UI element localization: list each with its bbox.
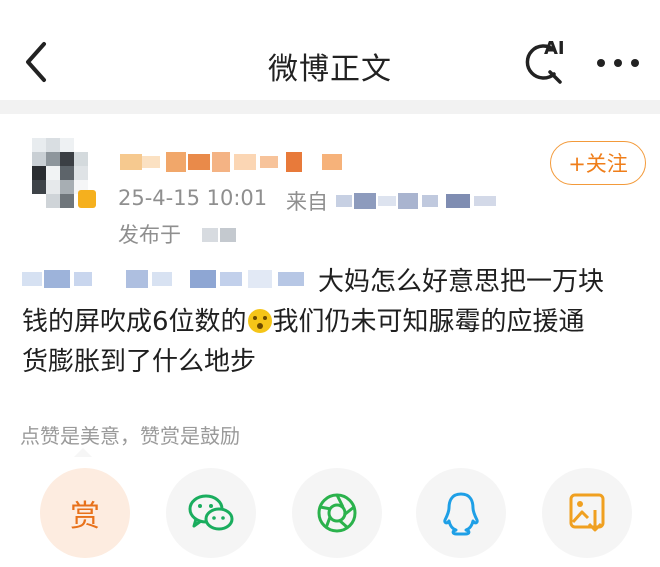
section-divider [0, 100, 660, 114]
post-content: 大妈怎么好意思把一万块 钱的屏吹成6位数的 我们仍未可知脲霉的应援通 货膨胀到了什… [22, 262, 632, 382]
qq-icon [443, 492, 479, 536]
flushed-emoji-icon [247, 309, 272, 333]
follow-button[interactable]: +关注 [550, 141, 646, 185]
avatar[interactable] [22, 126, 108, 220]
reward-button[interactable]: 赏 [40, 468, 130, 558]
post-text-line-2a: 钱的屏吹成6位数的 [22, 307, 247, 337]
post-time: 25-4-15 10:01 [118, 186, 268, 210]
share-row: 赏 [0, 456, 660, 567]
share-qq-button[interactable] [416, 468, 506, 558]
save-image-button[interactable] [542, 468, 632, 558]
share-moments-button[interactable] [292, 468, 382, 558]
reward-label: 赏 [70, 499, 100, 534]
post-text-line-1: 大妈怎么好意思把一万块 [318, 267, 605, 297]
post-text-line-3: 货膨胀到了什么地步 [22, 347, 257, 377]
more-icon[interactable] [594, 56, 642, 70]
save-image-icon [569, 493, 605, 532]
post-text-line-2b: 我们仍未可知脲霉的应援通 [272, 307, 585, 337]
ai-label: AI [544, 38, 565, 59]
post-location-label: 发布于 [118, 223, 181, 247]
post-location-blurred [202, 228, 236, 242]
top-bar: 微博正文 AI [0, 0, 660, 100]
moments-icon [317, 493, 357, 533]
share-wechat-button[interactable] [166, 468, 256, 558]
wechat-icon [188, 494, 234, 531]
reward-hint: 点赞是美意，赞赏是鼓励 [20, 424, 240, 448]
post-source-label: 来自 [286, 190, 328, 214]
username-blurred[interactable] [118, 150, 358, 174]
post-source-blurred [336, 193, 496, 209]
